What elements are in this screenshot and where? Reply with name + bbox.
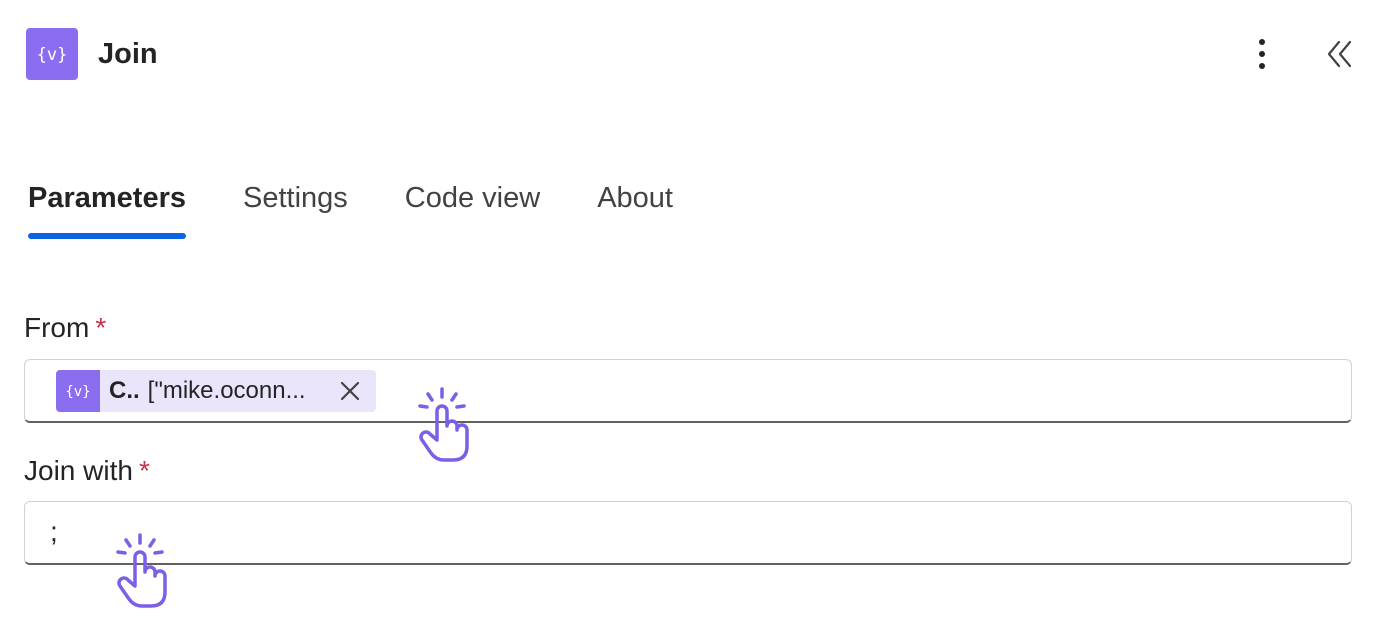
click-pointer-icon [116, 533, 167, 608]
join-with-label: Join with * [24, 455, 150, 487]
required-mark: * [95, 312, 107, 343]
svg-text:{v}: {v} [37, 45, 67, 65]
variable-braces-icon: {v} [26, 28, 78, 80]
panel-title: Join [98, 37, 158, 70]
from-label: From * [24, 312, 106, 344]
tab-bar: Parameters Settings Code view About [28, 182, 730, 239]
double-chevron-left-icon [1327, 40, 1352, 68]
variable-braces-icon: {v} [56, 370, 100, 412]
click-pointer-icon [418, 387, 469, 462]
more-vertical-icon [1259, 39, 1265, 69]
join-with-input-box[interactable] [24, 501, 1352, 565]
token-value: ["mike.oconn... [147, 377, 306, 404]
from-input[interactable]: {v} C.. ["mike.oconn... [24, 359, 1352, 423]
tab-parameters[interactable]: Parameters [28, 182, 186, 239]
collapse-panel-button[interactable] [1318, 32, 1362, 76]
tab-about[interactable]: About [597, 182, 673, 237]
join-with-input[interactable] [50, 516, 1320, 548]
from-label-text: From [24, 312, 90, 343]
required-mark: * [138, 455, 150, 486]
dynamic-content-token[interactable]: {v} C.. ["mike.oconn... [56, 370, 376, 412]
tab-settings[interactable]: Settings [243, 182, 348, 237]
token-prefix: C.. [109, 377, 140, 404]
join-action-panel: {v} Join Parameters Settings Code view A… [0, 0, 1378, 632]
svg-text:{v}: {v} [65, 384, 90, 400]
close-icon[interactable] [338, 379, 362, 403]
more-options-button[interactable] [1244, 32, 1280, 76]
panel-header: {v} Join [26, 28, 158, 80]
join-with-label-text: Join with [24, 455, 133, 486]
tab-code-view[interactable]: Code view [405, 182, 540, 237]
